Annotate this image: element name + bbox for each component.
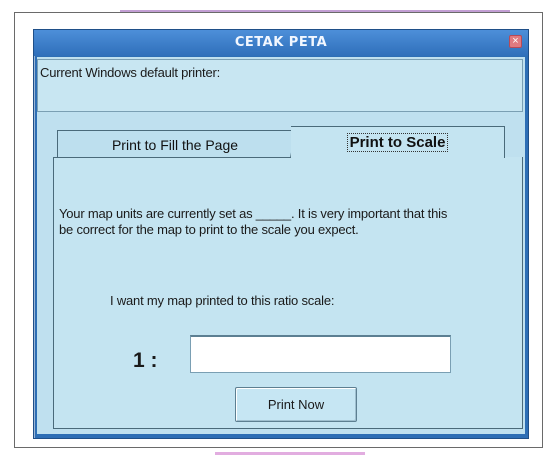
tab-print-to-fill-page[interactable]: Print to Fill the Page [57, 130, 292, 158]
map-units-info: Your map units are currently set as ____… [59, 206, 448, 237]
ratio-scale-prompt: I want my map printed to this ratio scal… [110, 293, 335, 308]
printer-panel: Current Windows default printer: [37, 59, 523, 112]
print-now-button[interactable]: Print Now [235, 387, 357, 422]
ratio-scale-input[interactable] [190, 335, 451, 373]
dialog-body: Current Windows default printer: Print t… [37, 57, 525, 434]
cetak-peta-dialog: CETAK PETA × Current Windows default pri… [33, 29, 529, 439]
window-title: CETAK PETA [234, 35, 328, 50]
decorative-line [120, 10, 510, 12]
decorative-line [215, 452, 365, 455]
close-button[interactable]: × [509, 35, 522, 48]
tab-panel-border [53, 157, 291, 158]
tab-label: Print to Fill the Page [111, 137, 239, 153]
close-icon: × [512, 35, 519, 47]
title-bar[interactable]: CETAK PETA × [34, 30, 528, 56]
tab-label: Print to Scale [346, 133, 449, 152]
ratio-prefix-label: 1 : [133, 349, 158, 372]
printer-label: Current Windows default printer: [40, 65, 221, 80]
tab-print-to-scale[interactable]: Print to Scale [291, 126, 505, 158]
